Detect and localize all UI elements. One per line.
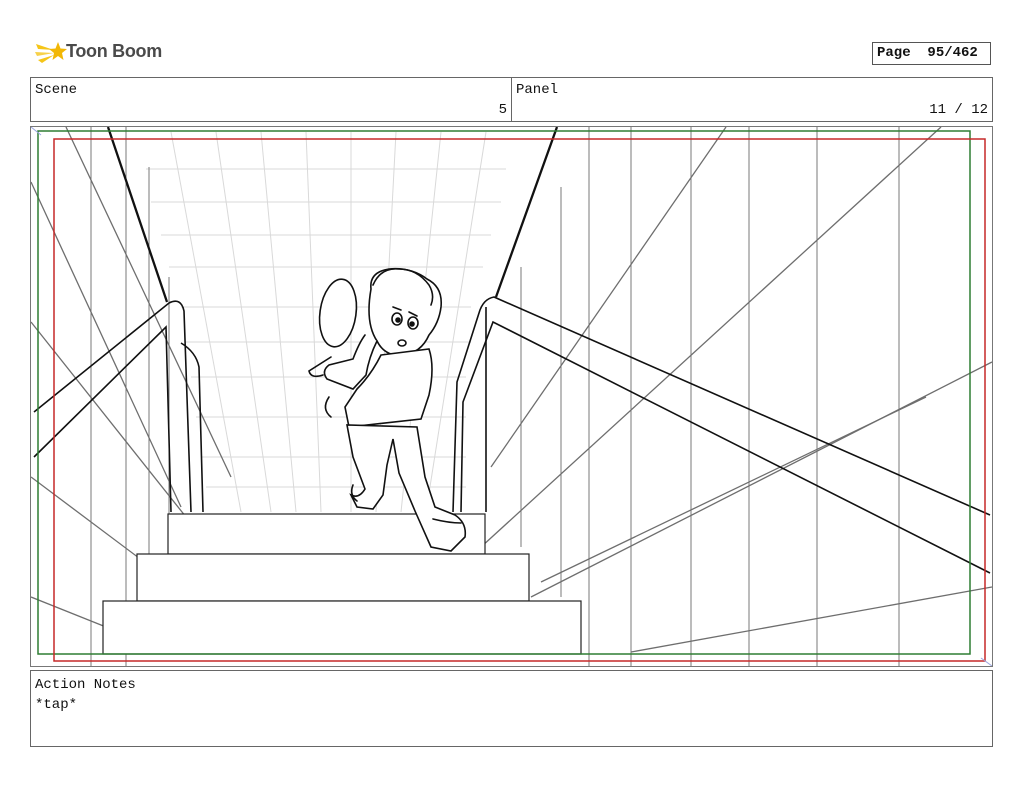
page-number: 95/462 [927,45,978,61]
scene-panel-header: Scene 5 Panel 11 / 12 [30,77,993,122]
panel-number: 11 / 12 [929,102,988,118]
page-counter: Page 95/462 [872,42,991,65]
stair-sketch-drawing [31,127,992,666]
storyboard-panel-image [30,126,993,667]
panel-label: Panel [516,82,559,98]
comet-star-icon [35,42,67,63]
scene-number: 5 [498,102,507,118]
action-notes: Action Notes *tap* [30,670,993,747]
brand-name: Toon Boom [66,41,162,61]
scene-label: Scene [35,82,78,98]
stair-steps [102,513,582,655]
scene-cell: Scene 5 [31,78,512,121]
action-notes-label: Action Notes [35,677,136,693]
page-label: Page [877,45,911,61]
panel-cell: Panel 11 / 12 [512,78,992,121]
action-notes-text: *tap* [35,697,78,713]
toon-boom-logo: Toon Boom [34,38,164,68]
